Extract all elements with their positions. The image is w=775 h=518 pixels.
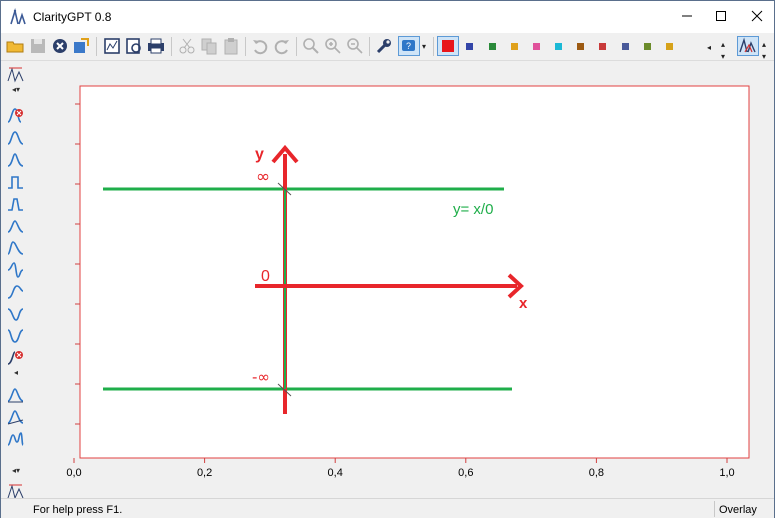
peak-type-gaussian-icon[interactable]: [7, 129, 24, 146]
title-bar: ClarityGPT 0.8: [1, 1, 774, 33]
peak-type-derivative-icon[interactable]: [7, 261, 24, 278]
window-title: ClarityGPT 0.8: [33, 10, 112, 24]
x-tick-label: 0,0: [66, 467, 81, 479]
toolbar-separator: [96, 37, 97, 56]
tool-sidebar: ◂▾ ◂ ◂▾: [1, 62, 29, 500]
cut-icon[interactable]: [178, 37, 196, 55]
app-logo-icon: [10, 8, 26, 25]
peak-type-voigt-icon[interactable]: [7, 217, 24, 234]
x-axis-label: x: [519, 295, 528, 312]
save-icon[interactable]: [29, 37, 47, 55]
export-icon[interactable]: [72, 37, 90, 55]
toolbar-separator: [296, 37, 297, 56]
status-mode-indicator: Overlay: [714, 501, 762, 517]
zero-label: 0: [261, 268, 270, 285]
palette-color-swatch[interactable]: [555, 43, 562, 50]
remove-baseline-icon[interactable]: [7, 349, 24, 366]
palette-color-swatch[interactable]: [466, 43, 473, 50]
x-tick-label: 0,8: [589, 467, 604, 479]
peak-type-sigmoid-icon[interactable]: [7, 283, 24, 300]
sidebar-scroll-left-icon[interactable]: ◂: [7, 368, 25, 377]
equation-label: y= x/0: [453, 201, 493, 218]
toolbar-separator: [433, 37, 434, 56]
x-axis-ticks: [73, 458, 728, 463]
close-button[interactable]: [734, 1, 775, 31]
toolbar-separator: [171, 37, 172, 56]
infinity-label: ∞: [256, 167, 270, 187]
main-toolbar: ? ▾ ◂ ▴ ▾ ▴ ▾: [1, 33, 774, 61]
peak-type-lorentz-icon[interactable]: [7, 151, 24, 168]
overlay-dropdown-arrow-icon[interactable]: ▴ ▾: [762, 39, 770, 61]
remove-peak-icon[interactable]: [7, 107, 24, 124]
active-color-swatch: [442, 40, 454, 52]
palette-color-swatch[interactable]: [533, 43, 540, 50]
x-tick-label: 1,0: [719, 467, 734, 479]
settings-wrench-icon[interactable]: [375, 37, 393, 55]
help-icon[interactable]: ?: [398, 36, 420, 56]
palette-scroll-arrow-icon[interactable]: ◂: [707, 42, 715, 54]
zoom-in-icon[interactable]: [324, 37, 342, 55]
baseline-type-a-icon[interactable]: [7, 386, 24, 403]
svg-text:?: ?: [406, 41, 411, 51]
x-tick-label: 0,2: [197, 467, 212, 479]
maximize-icon: [716, 11, 726, 21]
chart-view-icon[interactable]: [103, 37, 121, 55]
palette-color-swatch[interactable]: [577, 43, 584, 50]
print-icon[interactable]: [147, 37, 165, 55]
palette-color-swatch[interactable]: [622, 43, 629, 50]
y-axis-label: y: [255, 146, 264, 163]
palette-color-swatch[interactable]: [599, 43, 606, 50]
help-dropdown-arrow-icon[interactable]: ▾: [422, 41, 430, 53]
active-color-button[interactable]: [437, 36, 459, 56]
baseline-type-c-icon[interactable]: [7, 430, 24, 447]
copy-icon[interactable]: [200, 37, 218, 55]
x-tick-label: 0,6: [458, 467, 473, 479]
overlay-mode-icon[interactable]: [737, 36, 759, 56]
peak-type-dip-icon[interactable]: [7, 305, 24, 322]
redo-icon[interactable]: [273, 37, 291, 55]
status-bar: For help press F1. Overlay: [1, 498, 774, 518]
x-tick-label: 0,4: [328, 467, 343, 479]
close-icon: [751, 10, 763, 22]
x-axis-tick-labels: 0,0 0,2 0,4 0,6 0,8 1,0: [66, 467, 734, 479]
palette-color-swatch[interactable]: [644, 43, 651, 50]
plot-frame: [79, 85, 750, 459]
palette-color-swatch[interactable]: [666, 43, 673, 50]
open-folder-icon[interactable]: [6, 37, 24, 55]
palette-dropdown-arrow-icon[interactable]: ▴ ▾: [721, 39, 729, 61]
peak-type-pulse-icon[interactable]: [7, 195, 24, 212]
paste-icon[interactable]: [222, 37, 240, 55]
status-help-text: For help press F1.: [33, 504, 123, 516]
zoom-fit-icon[interactable]: [302, 37, 320, 55]
peak-type-wave-icon[interactable]: [7, 327, 24, 344]
peak-type-asym-icon[interactable]: [7, 239, 24, 256]
y-axis-ticks: [75, 103, 80, 425]
zoom-out-icon[interactable]: [346, 37, 364, 55]
minimize-icon: [682, 15, 692, 17]
neg-infinity-label: -∞: [252, 368, 270, 386]
close-doc-icon[interactable]: [51, 37, 69, 55]
undo-icon[interactable]: [251, 37, 269, 55]
palette-color-swatch[interactable]: [489, 43, 496, 50]
app-window: ClarityGPT 0.8 ? ▾ ◂ ▴ ▾ ▴ ▾ ◂▾ ◂ ◂▾ 0,0…: [0, 0, 775, 518]
sidebar-collapse-arrows-bottom-icon[interactable]: ◂▾: [7, 466, 25, 475]
toolbar-separator: [369, 37, 370, 56]
toolbar-separator: [245, 37, 246, 56]
baseline-type-b-icon[interactable]: [7, 408, 24, 425]
palette-color-swatch[interactable]: [511, 43, 518, 50]
chart-canvas[interactable]: 0,0 0,2 0,4 0,6 0,8 1,0 y x ∞ -∞ 0 y= x/0: [29, 62, 774, 498]
peak-fit-icon[interactable]: [7, 66, 24, 83]
sidebar-collapse-arrows-icon[interactable]: ◂▾: [7, 85, 25, 94]
print-preview-icon[interactable]: [125, 37, 143, 55]
peak-type-step-icon[interactable]: [7, 173, 24, 190]
